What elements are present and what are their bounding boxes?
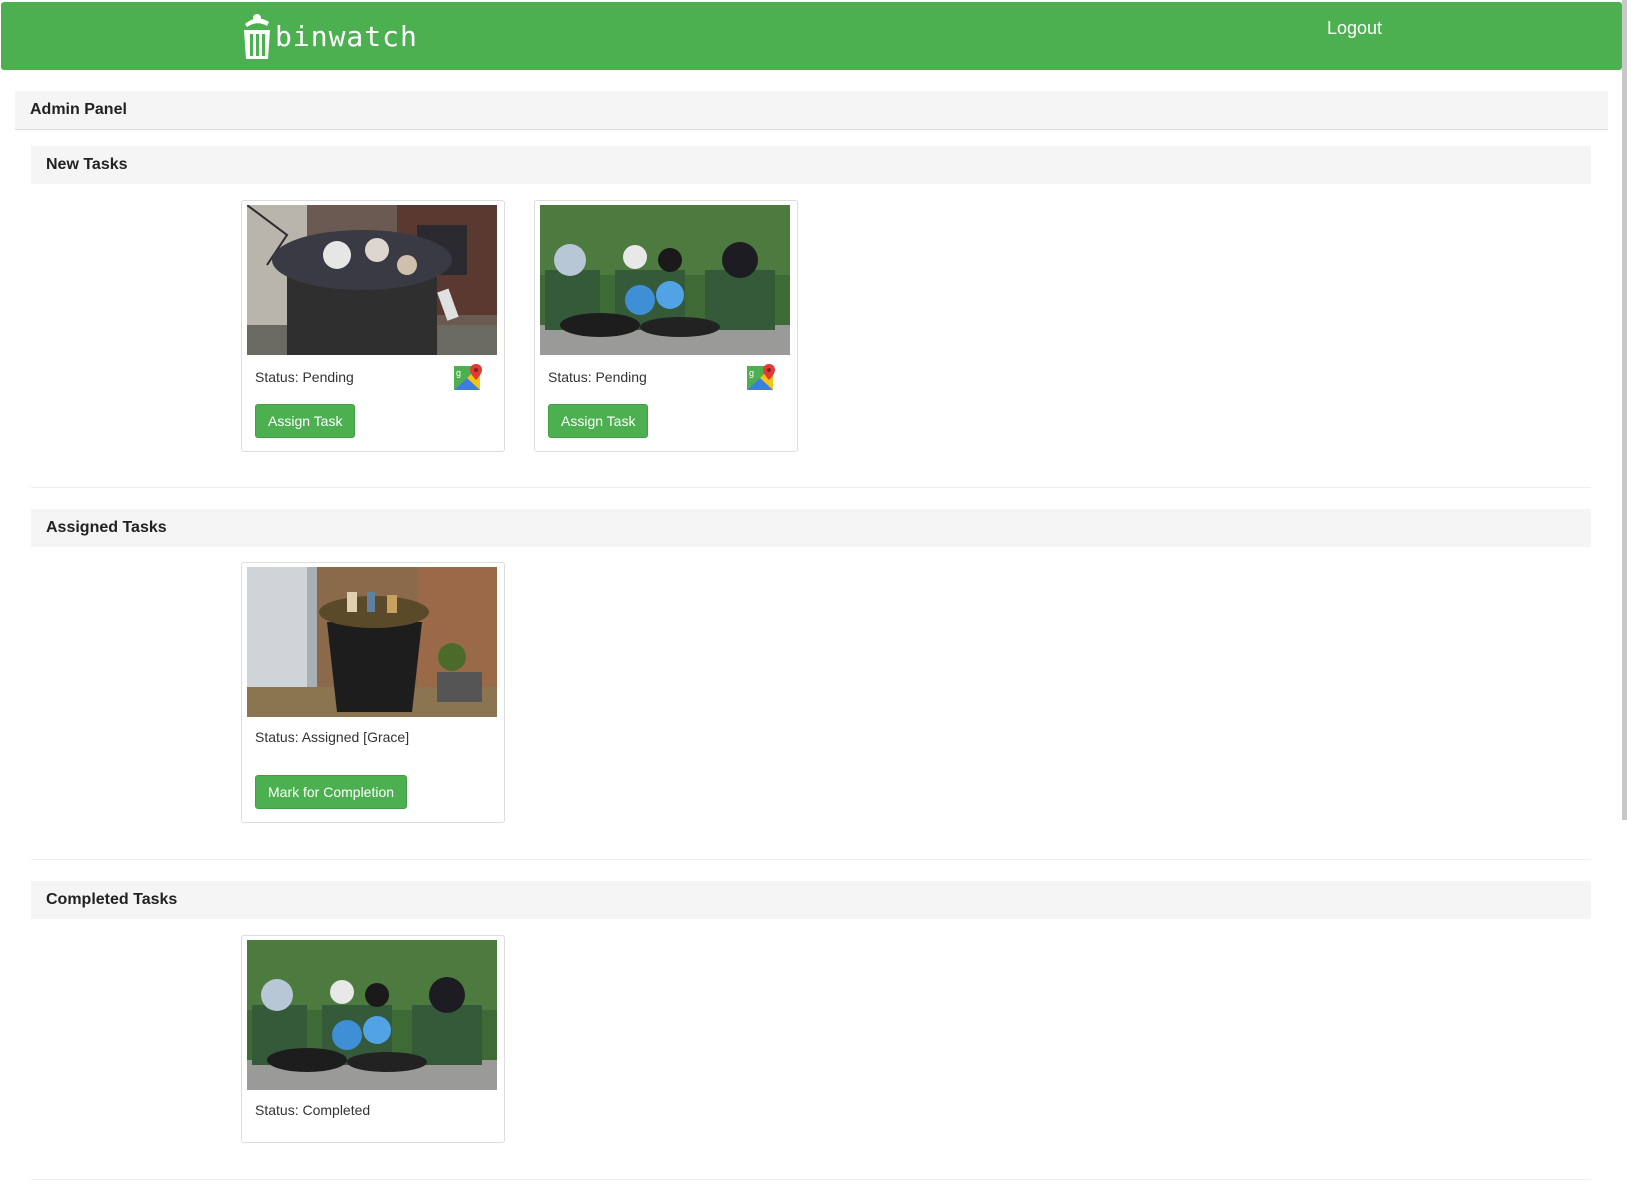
svg-text:g: g	[749, 368, 754, 378]
completed-tasks-heading: Completed Tasks	[31, 881, 1591, 919]
logout-link[interactable]: Logout	[1327, 18, 1382, 39]
section-divider	[31, 487, 1591, 488]
task-card: Status: Assigned [Grace] Mark for Comple…	[241, 562, 505, 823]
task-card: Status: Completed	[241, 935, 505, 1143]
google-maps-icon[interactable]: g	[454, 364, 484, 390]
task-card: Status: Pending g Assign Task	[241, 200, 505, 452]
assign-task-button[interactable]: Assign Task	[548, 404, 649, 438]
task-photo	[247, 940, 497, 1090]
brand-name: binwatch	[275, 20, 418, 53]
brand-logo[interactable]: binwatch	[241, 12, 418, 60]
google-maps-icon[interactable]: g	[747, 364, 777, 390]
top-navbar: binwatch Logout	[1, 2, 1622, 70]
task-photo	[540, 205, 790, 355]
mark-for-completion-button[interactable]: Mark for Completion	[255, 775, 408, 809]
task-card: Status: Pending g Assign Task	[534, 200, 798, 452]
section-divider	[31, 859, 1591, 860]
trash-bin-icon	[244, 14, 270, 59]
task-status: Status: Pending	[548, 369, 647, 385]
task-photo	[247, 205, 497, 355]
task-status: Status: Completed	[255, 1102, 371, 1118]
task-status: Status: Pending	[255, 369, 354, 385]
admin-panel-heading: Admin Panel	[15, 91, 1608, 130]
task-status: Status: Assigned [Grace]	[255, 729, 410, 745]
new-tasks-heading: New Tasks	[31, 146, 1591, 184]
assign-task-button[interactable]: Assign Task	[255, 404, 356, 438]
page-scrollbar[interactable]	[1622, 0, 1627, 820]
svg-text:g: g	[456, 368, 461, 378]
assigned-tasks-heading: Assigned Tasks	[31, 509, 1591, 547]
task-photo	[247, 567, 497, 717]
section-divider	[31, 1179, 1591, 1180]
